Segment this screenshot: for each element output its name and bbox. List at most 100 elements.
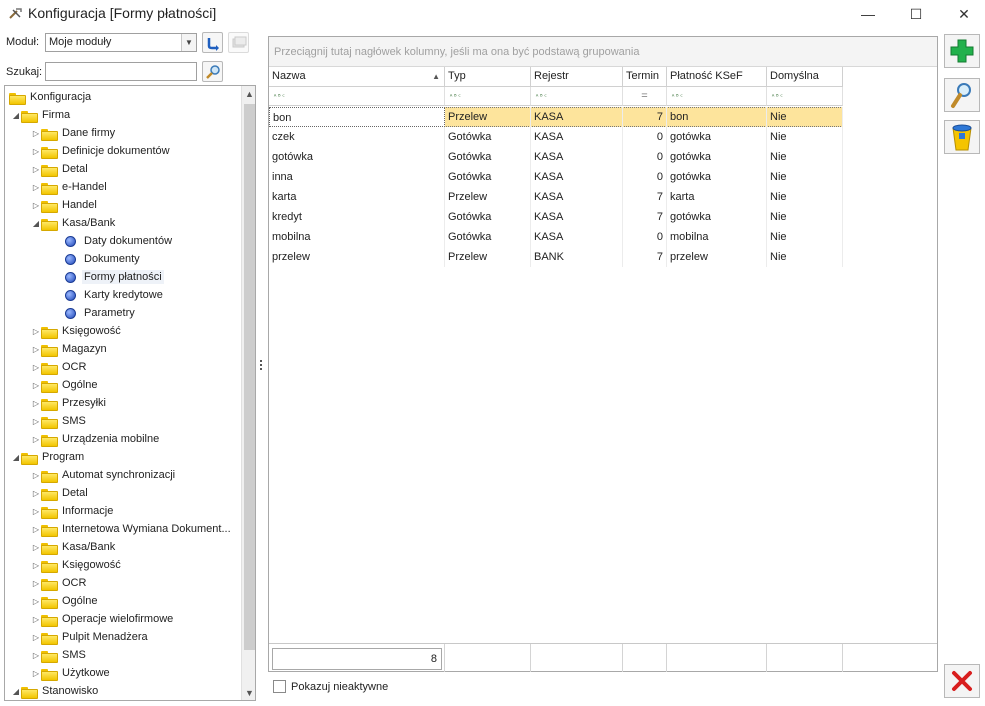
- cell-rejestr[interactable]: KASA: [531, 107, 623, 127]
- cell-domyslna[interactable]: Nie: [767, 167, 843, 187]
- tree-item[interactable]: ▷ Informacje: [5, 502, 237, 520]
- tree-item[interactable]: ▷ Definicje dokumentów: [5, 142, 237, 160]
- maximize-button[interactable]: ☐: [893, 0, 939, 28]
- tree-item[interactable]: Parametry: [5, 304, 237, 322]
- expand-arrow-icon[interactable]: ▷: [31, 669, 41, 678]
- tree-item[interactable]: ◢ Firma: [5, 106, 237, 124]
- expand-arrow-icon[interactable]: ▷: [31, 399, 41, 408]
- show-inactive-checkbox[interactable]: [273, 680, 286, 693]
- cell-domyslna[interactable]: Nie: [767, 107, 843, 127]
- table-row[interactable]: przelew Przelew BANK 7 przelew Nie: [269, 247, 843, 267]
- cell-nazwa[interactable]: karta: [269, 187, 445, 207]
- tree-item[interactable]: ◢ Stanowisko: [5, 682, 237, 700]
- expand-arrow-icon[interactable]: ▷: [31, 651, 41, 660]
- collapse-arrow-icon[interactable]: ◢: [31, 219, 41, 228]
- expand-arrow-icon[interactable]: ▷: [31, 417, 41, 426]
- filter-cell-nazwa[interactable]: ᴬᴮᶜ: [269, 87, 445, 106]
- cell-typ[interactable]: Gotówka: [445, 227, 531, 247]
- cell-termin[interactable]: 7: [623, 207, 667, 227]
- table-row[interactable]: czek Gotówka KASA 0 gotówka Nie: [269, 127, 843, 147]
- expand-arrow-icon[interactable]: ▷: [31, 615, 41, 624]
- table-row[interactable]: gotówka Gotówka KASA 0 gotówka Nie: [269, 147, 843, 167]
- column-header-domyslna[interactable]: Domyślna: [767, 67, 843, 87]
- tree-item[interactable]: ▷ OCR: [5, 574, 237, 592]
- cell-termin[interactable]: 0: [623, 147, 667, 167]
- tree-item[interactable]: ▷ Automat synchronizacji: [5, 466, 237, 484]
- module-select[interactable]: Moje moduły ▼: [45, 33, 197, 52]
- cell-ksef[interactable]: przelew: [667, 247, 767, 267]
- tree-item[interactable]: Daty dokumentów: [5, 232, 237, 250]
- expand-arrow-icon[interactable]: ▷: [31, 471, 41, 480]
- table-row[interactable]: inna Gotówka KASA 0 gotówka Nie: [269, 167, 843, 187]
- scroll-up-icon[interactable]: ▲: [242, 86, 255, 101]
- tree-item[interactable]: ▷ e-Handel: [5, 178, 237, 196]
- cell-termin[interactable]: 7: [623, 187, 667, 207]
- cell-ksef[interactable]: gotówka: [667, 167, 767, 187]
- cell-ksef[interactable]: mobilna: [667, 227, 767, 247]
- add-button[interactable]: [944, 34, 980, 68]
- tree-item[interactable]: ▷ Operacje wielofirmowe: [5, 610, 237, 628]
- module-action-button[interactable]: [228, 32, 249, 53]
- cell-nazwa[interactable]: gotówka: [269, 147, 445, 167]
- expand-arrow-icon[interactable]: ▷: [31, 201, 41, 210]
- expand-arrow-icon[interactable]: ▷: [31, 147, 41, 156]
- group-by-area[interactable]: Przeciągnij tutaj nagłówek kolumny, jeśl…: [269, 37, 937, 67]
- cell-ksef[interactable]: gotówka: [667, 127, 767, 147]
- tree-item[interactable]: ▷ SMS: [5, 646, 237, 664]
- expand-arrow-icon[interactable]: ▷: [31, 345, 41, 354]
- cell-rejestr[interactable]: KASA: [531, 207, 623, 227]
- delete-button[interactable]: [944, 120, 980, 154]
- expand-arrow-icon[interactable]: ▷: [31, 561, 41, 570]
- expand-arrow-icon[interactable]: ▷: [31, 525, 41, 534]
- tree-item[interactable]: ▷ Urządzenia mobilne: [5, 430, 237, 448]
- tree-item[interactable]: Karty kredytowe: [5, 286, 237, 304]
- column-header-ksef[interactable]: Płatność KSeF: [667, 67, 767, 87]
- cell-termin[interactable]: 0: [623, 227, 667, 247]
- cell-typ[interactable]: Przelew: [445, 187, 531, 207]
- cell-typ[interactable]: Gotówka: [445, 167, 531, 187]
- cell-termin[interactable]: 7: [623, 107, 667, 127]
- cell-termin[interactable]: 7: [623, 247, 667, 267]
- column-header-typ[interactable]: Typ: [445, 67, 531, 87]
- tree-item[interactable]: ▷ Magazyn: [5, 340, 237, 358]
- cell-typ[interactable]: Gotówka: [445, 147, 531, 167]
- expand-arrow-icon[interactable]: ▷: [31, 507, 41, 516]
- tree-item[interactable]: ▷ Detal: [5, 160, 237, 178]
- tree-item[interactable]: ▷ Ogólne: [5, 376, 237, 394]
- filter-cell-ksef[interactable]: ᴬᴮᶜ: [667, 87, 767, 106]
- cell-typ[interactable]: Gotówka: [445, 127, 531, 147]
- table-row[interactable]: bon Przelew KASA 7 bon Nie: [269, 107, 843, 127]
- tree-item[interactable]: ▷ Księgowość: [5, 556, 237, 574]
- column-header-termin[interactable]: Termin: [623, 67, 667, 87]
- filter-cell-typ[interactable]: ᴬᴮᶜ: [445, 87, 531, 106]
- tree-item[interactable]: ▷ Użytkowe: [5, 664, 237, 682]
- cell-rejestr[interactable]: KASA: [531, 167, 623, 187]
- cell-termin[interactable]: 0: [623, 167, 667, 187]
- cell-domyslna[interactable]: Nie: [767, 187, 843, 207]
- cell-typ[interactable]: Przelew: [445, 107, 531, 127]
- cell-ksef[interactable]: gotówka: [667, 147, 767, 167]
- expand-arrow-icon[interactable]: ▷: [31, 381, 41, 390]
- expand-arrow-icon[interactable]: ▷: [31, 165, 41, 174]
- expand-arrow-icon[interactable]: ▷: [31, 363, 41, 372]
- cell-nazwa[interactable]: kredyt: [269, 207, 445, 227]
- tree-item[interactable]: ▷ Dane firmy: [5, 124, 237, 142]
- expand-arrow-icon[interactable]: ▷: [31, 579, 41, 588]
- cell-rejestr[interactable]: KASA: [531, 227, 623, 247]
- config-tree[interactable]: Konfiguracja ◢ Firma ▷ Dane firmy ▷ Definicje …: [4, 85, 256, 701]
- cell-rejestr[interactable]: BANK: [531, 247, 623, 267]
- expand-arrow-icon[interactable]: ▷: [31, 633, 41, 642]
- scroll-down-icon[interactable]: ▼: [242, 685, 255, 700]
- filter-cell-domyslna[interactable]: ᴬᴮᶜ: [767, 87, 843, 106]
- tree-item[interactable]: ▷ Księgowość: [5, 322, 237, 340]
- column-header-nazwa[interactable]: Nazwa ▲: [269, 67, 445, 87]
- cell-domyslna[interactable]: Nie: [767, 147, 843, 167]
- collapse-arrow-icon[interactable]: ◢: [11, 453, 21, 462]
- cell-rejestr[interactable]: KASA: [531, 187, 623, 207]
- tree-item[interactable]: Dokumenty: [5, 250, 237, 268]
- tree-item[interactable]: Konfiguracja: [5, 88, 237, 106]
- cell-domyslna[interactable]: Nie: [767, 207, 843, 227]
- cell-nazwa[interactable]: mobilna: [269, 227, 445, 247]
- cell-typ[interactable]: Przelew: [445, 247, 531, 267]
- collapse-arrow-icon[interactable]: ◢: [11, 687, 21, 696]
